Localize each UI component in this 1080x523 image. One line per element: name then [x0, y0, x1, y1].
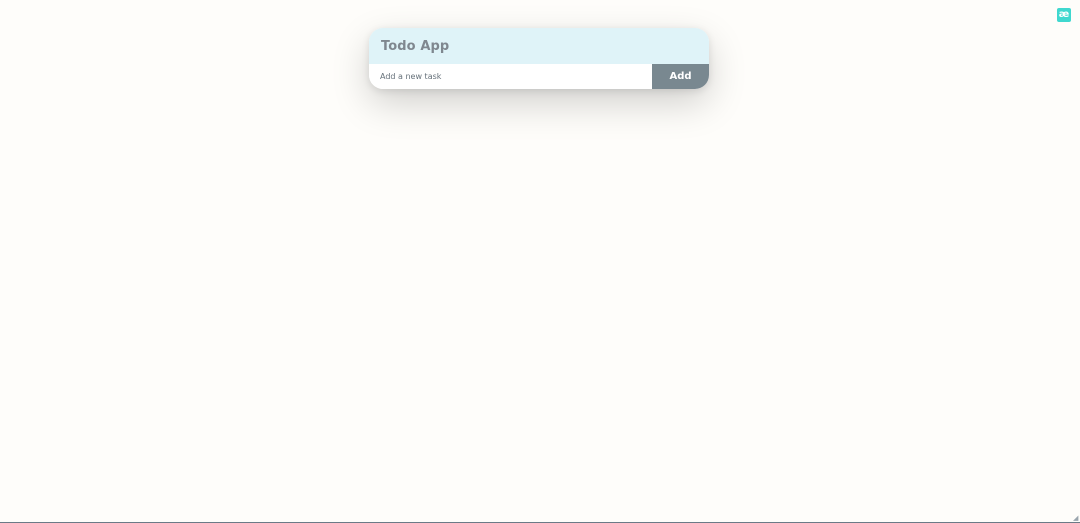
app-title: Todo App	[381, 38, 450, 54]
todo-card: Todo App Add	[369, 28, 709, 89]
ae-extension-icon[interactable]: æ	[1057, 8, 1071, 22]
page: Todo App Add æ ◢	[0, 0, 1080, 523]
new-task-row: Add	[369, 64, 709, 89]
new-task-input[interactable]	[369, 64, 652, 89]
add-task-button[interactable]: Add	[652, 64, 709, 89]
resize-grip-icon[interactable]: ◢	[1073, 515, 1079, 522]
todo-header: Todo App	[369, 28, 709, 64]
